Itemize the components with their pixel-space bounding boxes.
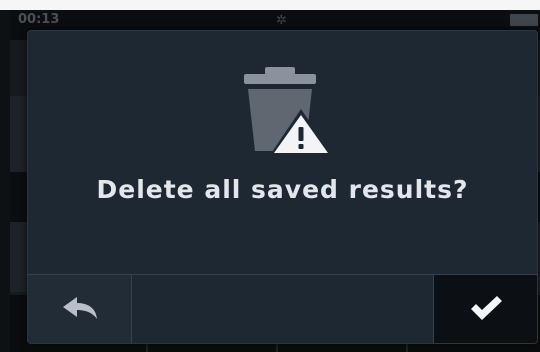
back-arrow-icon <box>61 296 99 324</box>
dialog-footer <box>28 274 537 343</box>
top-strip <box>0 0 540 10</box>
dialog-message: Delete all saved results? <box>96 175 469 204</box>
gear-icon: ✲ <box>276 13 287 28</box>
delete-confirmation-dialog: Delete all saved results? <box>27 30 538 344</box>
footer-spacer <box>132 275 433 343</box>
back-button[interactable] <box>28 275 132 343</box>
trash-warning-icon <box>238 65 334 157</box>
status-time: 00:13 <box>18 12 60 27</box>
battery-icon <box>510 14 538 26</box>
checkmark-icon <box>469 295 503 325</box>
confirm-button[interactable] <box>433 275 537 343</box>
